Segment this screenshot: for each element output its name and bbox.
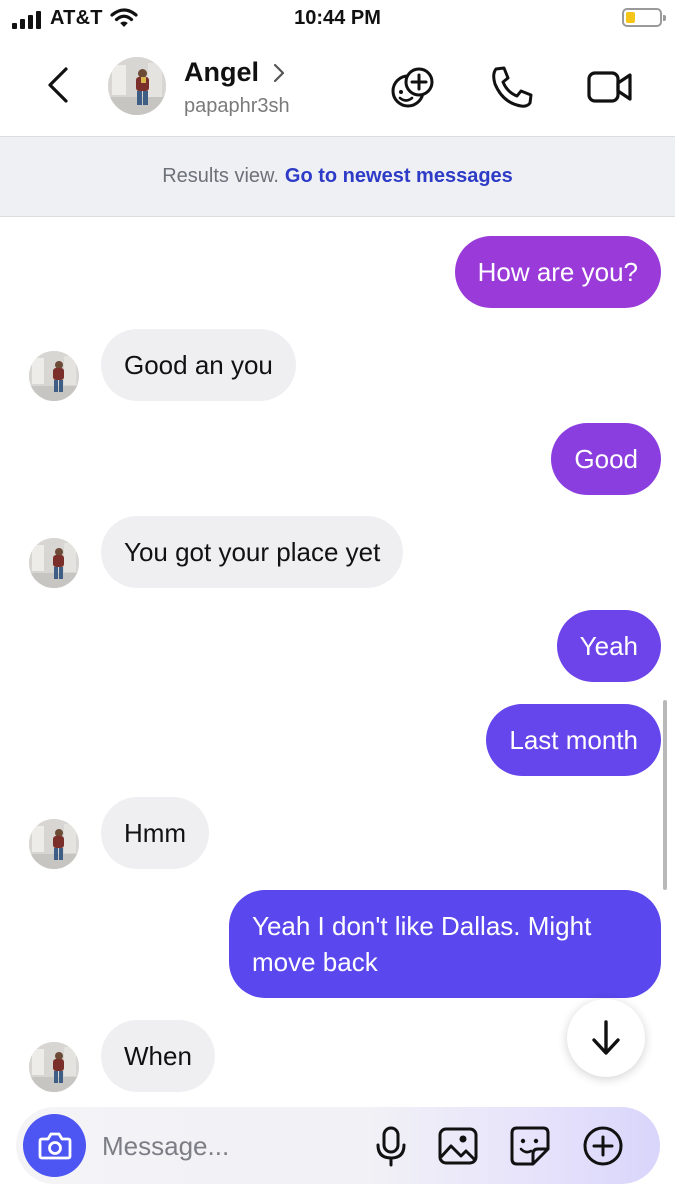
contact-handle: papaphr3sh bbox=[184, 95, 290, 117]
contact-avatar[interactable] bbox=[108, 57, 166, 115]
camera-icon bbox=[38, 1132, 71, 1159]
game-controller-icon[interactable] bbox=[388, 64, 438, 110]
sent-message[interactable]: Last month bbox=[486, 704, 661, 776]
received-message[interactable]: When bbox=[101, 1020, 215, 1092]
battery-icon bbox=[622, 8, 666, 27]
sent-message[interactable]: Good bbox=[551, 423, 661, 495]
scroll-to-bottom-button[interactable] bbox=[567, 999, 645, 1077]
conversation-header: Angel papaphr3sh bbox=[0, 38, 675, 136]
results-view-label: Results view. bbox=[162, 165, 279, 187]
sender-avatar[interactable] bbox=[29, 351, 79, 401]
message-input[interactable] bbox=[102, 1126, 352, 1166]
sender-avatar[interactable] bbox=[29, 1042, 79, 1092]
phone-icon[interactable] bbox=[487, 64, 537, 110]
arrow-down-icon bbox=[592, 1020, 620, 1055]
received-message[interactable]: Hmm bbox=[101, 797, 210, 869]
message-thread[interactable]: How are you? Good an you Good You got yo… bbox=[0, 217, 675, 1103]
sent-message[interactable]: How are you? bbox=[454, 236, 661, 308]
add-icon bbox=[583, 1126, 623, 1166]
video-camera-icon[interactable] bbox=[585, 64, 635, 110]
results-view-banner: Results view. Go to newest messages bbox=[0, 136, 675, 217]
received-message[interactable]: Good an you bbox=[101, 329, 296, 401]
sender-avatar[interactable] bbox=[29, 538, 79, 588]
clock: 10:44 PM bbox=[294, 7, 381, 29]
go-to-newest-link[interactable]: Go to newest messages bbox=[285, 165, 513, 188]
camera-button[interactable] bbox=[23, 1114, 86, 1177]
microphone-icon bbox=[376, 1126, 406, 1167]
microphone-button[interactable] bbox=[368, 1123, 414, 1169]
sent-message[interactable]: Yeah bbox=[556, 610, 661, 682]
sent-message[interactable]: Yeah I don't like Dallas. Might move bac… bbox=[229, 890, 661, 998]
chevron-right-icon[interactable] bbox=[272, 62, 286, 84]
sender-avatar[interactable] bbox=[29, 819, 79, 869]
contact-name[interactable]: Angel bbox=[184, 57, 259, 88]
scrollbar[interactable] bbox=[663, 700, 667, 890]
message-composer bbox=[16, 1107, 660, 1184]
sticker-button[interactable] bbox=[507, 1123, 553, 1169]
status-bar: AT&T 10:44 PM bbox=[0, 0, 675, 38]
sticker-icon bbox=[510, 1126, 550, 1166]
gallery-button[interactable] bbox=[435, 1123, 481, 1169]
received-message[interactable]: You got your place yet bbox=[101, 516, 404, 588]
back-chevron-icon[interactable] bbox=[38, 60, 78, 110]
gallery-icon bbox=[438, 1127, 478, 1165]
add-button[interactable] bbox=[580, 1123, 626, 1169]
